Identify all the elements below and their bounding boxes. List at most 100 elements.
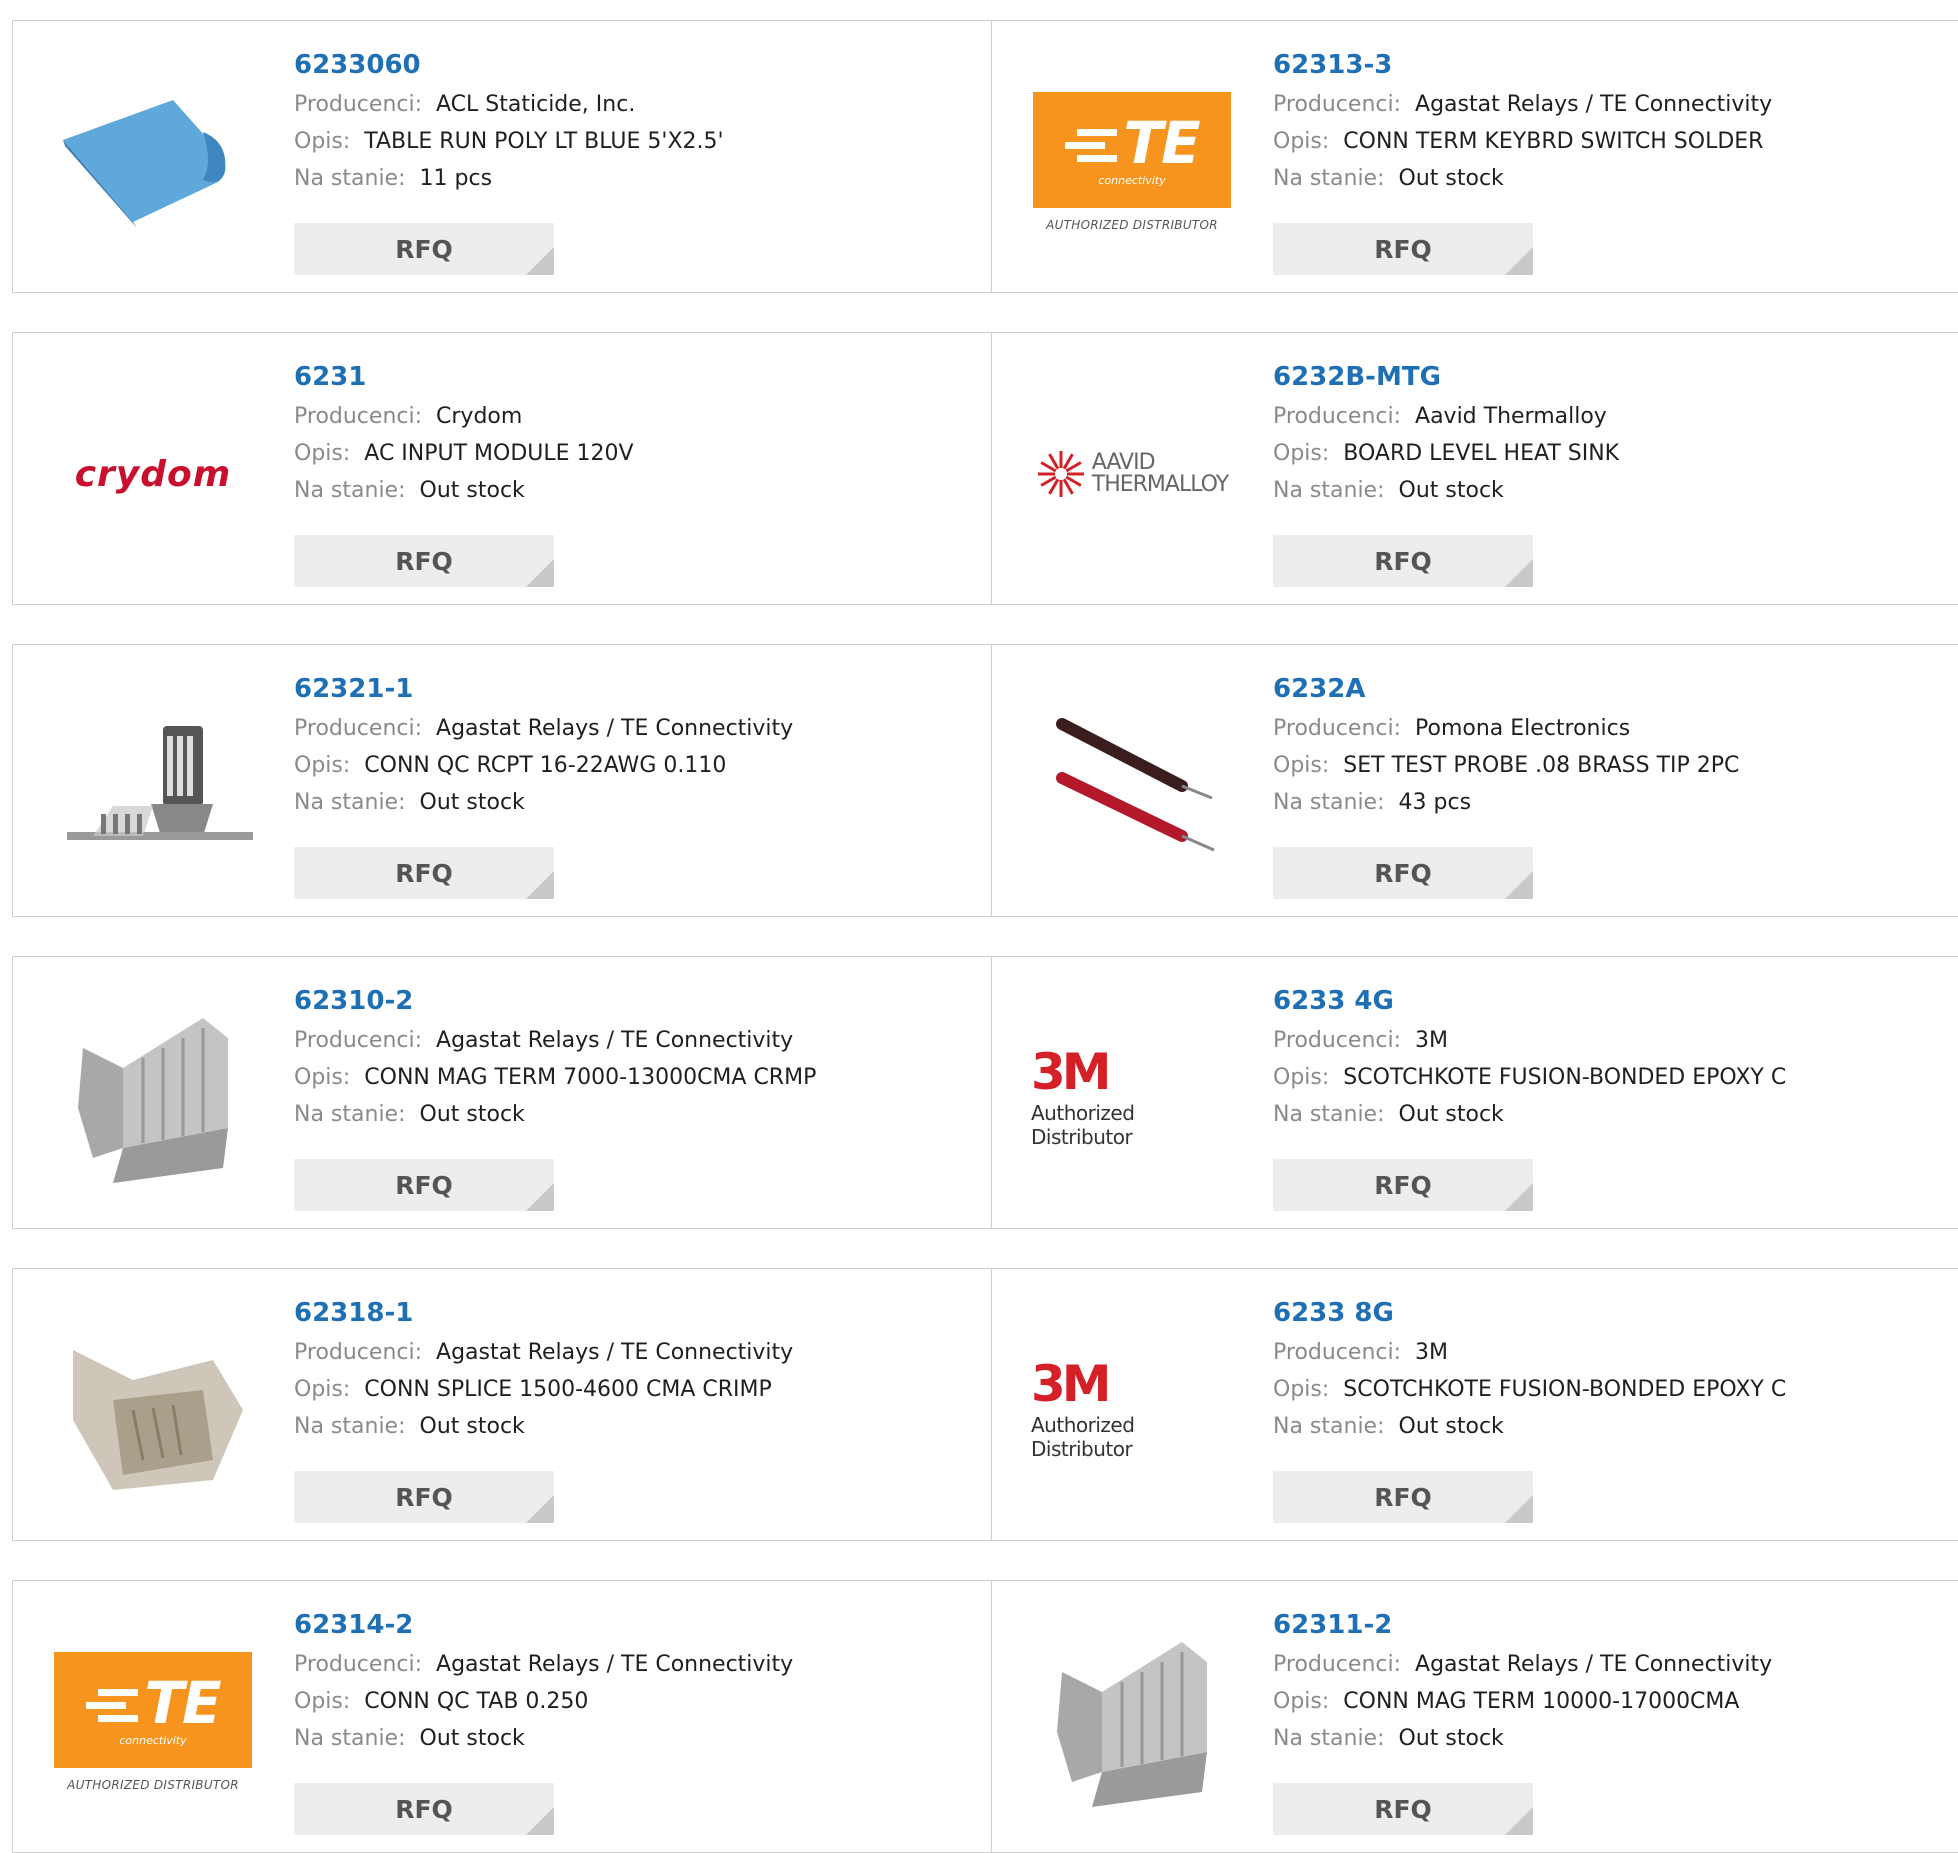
part-number-link[interactable]: 62313-3 bbox=[1273, 49, 1953, 87]
manufacturer-label: Producenci: bbox=[294, 716, 423, 741]
manufacturer-value: Agastat Relays / TE Connectivity bbox=[436, 716, 794, 741]
rfq-button[interactable]: RFQ bbox=[1273, 1159, 1533, 1211]
corner-decoration bbox=[1505, 1495, 1533, 1523]
stock-label: Na stanie: bbox=[1273, 166, 1385, 191]
stock-value: Out stock bbox=[1398, 1414, 1504, 1439]
product-image[interactable]: TE connectivity AUTHORIZED DISTRIBUTOR bbox=[52, 1621, 254, 1823]
rfq-button[interactable]: RFQ bbox=[1273, 1783, 1533, 1835]
stock-line: Na stanie: 11 pcs bbox=[294, 161, 974, 198]
rfq-button[interactable]: RFQ bbox=[294, 1159, 554, 1211]
manufacturer-line: Producenci: Agastat Relays / TE Connectiv… bbox=[1273, 1647, 1953, 1684]
stock-value: Out stock bbox=[419, 1102, 525, 1127]
stock-line: Na stanie: Out stock bbox=[294, 785, 974, 822]
manufacturer-label: Producenci: bbox=[294, 1652, 423, 1677]
crydom-logo: crydom bbox=[74, 453, 232, 495]
manufacturer-label: Producenci: bbox=[1273, 716, 1402, 741]
rfq-button[interactable]: RFQ bbox=[1273, 223, 1533, 275]
rfq-button[interactable]: RFQ bbox=[1273, 847, 1533, 899]
manufacturer-label: Producenci: bbox=[1273, 1028, 1402, 1053]
product-image[interactable]: 3M Authorized Distributor bbox=[1031, 997, 1233, 1199]
manufacturer-value: Agastat Relays / TE Connectivity bbox=[436, 1652, 794, 1677]
corner-decoration bbox=[1505, 559, 1533, 587]
rfq-button[interactable]: RFQ bbox=[294, 1471, 554, 1523]
corner-decoration bbox=[526, 1183, 554, 1211]
rfq-button[interactable]: RFQ bbox=[1273, 535, 1533, 587]
stock-label: Na stanie: bbox=[294, 1726, 406, 1751]
manufacturer-label: Producenci: bbox=[294, 92, 423, 117]
part-number-link[interactable]: 62314-2 bbox=[294, 1609, 974, 1647]
part-number-link[interactable]: 62311-2 bbox=[1273, 1609, 1953, 1647]
part-number-link[interactable]: 6233 8G bbox=[1273, 1297, 1953, 1335]
product-image[interactable]: crydom bbox=[52, 373, 254, 575]
stock-value: Out stock bbox=[1398, 1102, 1504, 1127]
stock-value: Out stock bbox=[419, 1726, 525, 1751]
stock-line: Na stanie: Out stock bbox=[1273, 1409, 1953, 1446]
stock-value: Out stock bbox=[1398, 1726, 1504, 1751]
product-image[interactable] bbox=[1031, 1621, 1233, 1823]
rfq-button[interactable]: RFQ bbox=[294, 223, 554, 275]
part-number-link[interactable]: 62318-1 bbox=[294, 1297, 974, 1335]
part-number-link[interactable]: 62321-1 bbox=[294, 673, 974, 711]
part-number-link[interactable]: 6232A bbox=[1273, 673, 1953, 711]
description-value: SCOTCHKOTE FUSION-BONDED EPOXY C bbox=[1343, 1377, 1787, 1402]
stock-line: Na stanie: Out stock bbox=[1273, 1097, 1953, 1134]
description-line: Opis: SCOTCHKOTE FUSION-BONDED EPOXY C bbox=[1273, 1060, 1953, 1097]
description-label: Opis: bbox=[1273, 129, 1330, 154]
part-number-link[interactable]: 6232B-MTG bbox=[1273, 361, 1953, 399]
description-value: CONN MAG TERM 10000-17000CMA bbox=[1343, 1689, 1740, 1714]
product-card: 6232A Producenci: Pomona Electronics Opis… bbox=[991, 645, 1958, 916]
stock-line: Na stanie: Out stock bbox=[294, 1409, 974, 1446]
description-line: Opis: CONN MAG TERM 10000-17000CMA bbox=[1273, 1684, 1953, 1721]
product-image[interactable] bbox=[52, 61, 254, 263]
description-line: Opis: SET TEST PROBE .08 BRASS TIP 2PC bbox=[1273, 748, 1953, 785]
description-label: Opis: bbox=[1273, 753, 1330, 778]
corner-decoration bbox=[526, 559, 554, 587]
product-image[interactable] bbox=[52, 997, 254, 1199]
description-value: SCOTCHKOTE FUSION-BONDED EPOXY C bbox=[1343, 1065, 1787, 1090]
corner-decoration bbox=[526, 1495, 554, 1523]
connector-photo bbox=[67, 726, 253, 840]
manufacturer-value: Crydom bbox=[436, 404, 523, 429]
manufacturer-line: Producenci: Agastat Relays / TE Connectiv… bbox=[294, 1335, 974, 1372]
stock-label: Na stanie: bbox=[294, 1414, 406, 1439]
product-image[interactable]: 3M Authorized Distributor bbox=[1031, 1309, 1233, 1511]
description-value: CONN SPLICE 1500-4600 CMA CRIMP bbox=[364, 1377, 772, 1402]
product-card: TE connectivity AUTHORIZED DISTRIBUTOR 6… bbox=[991, 21, 1958, 292]
description-line: Opis: BOARD LEVEL HEAT SINK bbox=[1273, 436, 1953, 473]
corner-decoration bbox=[526, 1807, 554, 1835]
rfq-button[interactable]: RFQ bbox=[294, 847, 554, 899]
product-card: 3M Authorized Distributor 6233 8G Produc… bbox=[991, 1269, 1958, 1540]
rfq-button[interactable]: RFQ bbox=[294, 1783, 554, 1835]
manufacturer-value: Agastat Relays / TE Connectivity bbox=[436, 1340, 794, 1365]
part-number-link[interactable]: 6233 4G bbox=[1273, 985, 1953, 1023]
stock-label: Na stanie: bbox=[1273, 1102, 1385, 1127]
product-card: crydom 6231 Producenci: Crydom Opis: AC IN… bbox=[13, 333, 991, 604]
rfq-button[interactable]: RFQ bbox=[294, 535, 554, 587]
test-probes-photo bbox=[1056, 718, 1215, 852]
product-image[interactable] bbox=[52, 685, 254, 887]
terminal-photo bbox=[1057, 1642, 1207, 1807]
product-image[interactable] bbox=[1031, 685, 1233, 887]
manufacturer-line: Producenci: Crydom bbox=[294, 399, 974, 436]
product-image[interactable]: AAVID THERMALLOY bbox=[1031, 373, 1233, 575]
description-value: CONN QC RCPT 16-22AWG 0.110 bbox=[364, 753, 727, 778]
product-image[interactable]: TE connectivity AUTHORIZED DISTRIBUTOR bbox=[1031, 61, 1233, 263]
part-number-link[interactable]: 6233060 bbox=[294, 49, 974, 87]
part-number-link[interactable]: 62310-2 bbox=[294, 985, 974, 1023]
corner-decoration bbox=[526, 871, 554, 899]
product-card: 62310-2 Producenci: Agastat Relays / TE C… bbox=[13, 957, 991, 1228]
product-row: 62310-2 Producenci: Agastat Relays / TE C… bbox=[12, 956, 1958, 1229]
part-number-link[interactable]: 6231 bbox=[294, 361, 974, 399]
product-image[interactable] bbox=[52, 1309, 254, 1511]
description-value: CONN TERM KEYBRD SWITCH SOLDER bbox=[1343, 129, 1764, 154]
stock-label: Na stanie: bbox=[294, 790, 406, 815]
stock-line: Na stanie: Out stock bbox=[294, 1721, 974, 1758]
description-line: Opis: CONN QC RCPT 16-22AWG 0.110 bbox=[294, 748, 974, 785]
description-value: SET TEST PROBE .08 BRASS TIP 2PC bbox=[1343, 753, 1740, 778]
description-line: Opis: CONN QC TAB 0.250 bbox=[294, 1684, 974, 1721]
product-card: 62311-2 Producenci: Agastat Relays / TE C… bbox=[991, 1581, 1958, 1852]
manufacturer-label: Producenci: bbox=[1273, 1340, 1402, 1365]
rfq-button[interactable]: RFQ bbox=[1273, 1471, 1533, 1523]
manufacturer-line: Producenci: Pomona Electronics bbox=[1273, 711, 1953, 748]
description-line: Opis: SCOTCHKOTE FUSION-BONDED EPOXY C bbox=[1273, 1372, 1953, 1409]
